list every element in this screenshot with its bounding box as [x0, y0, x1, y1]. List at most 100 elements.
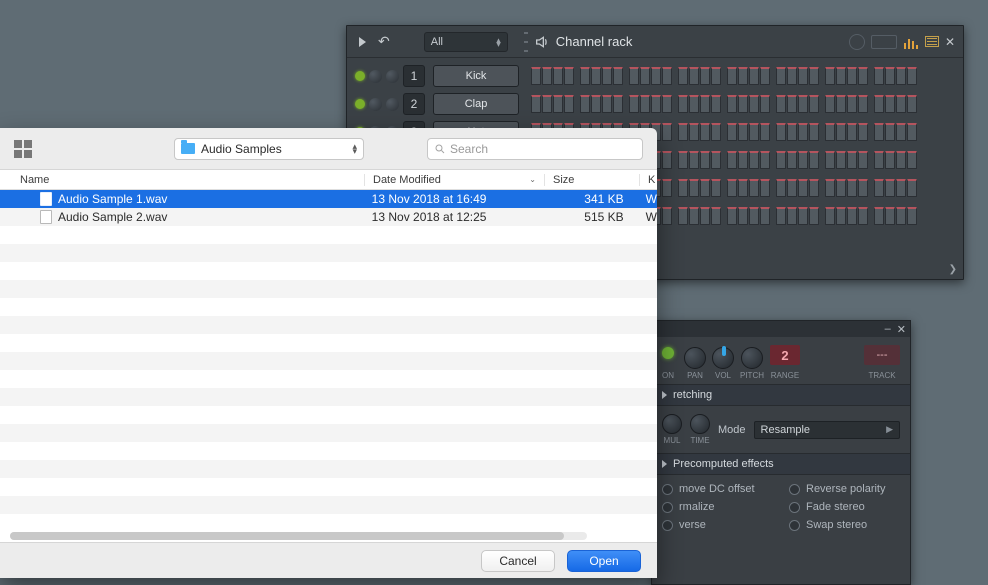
- tool-pill-icon[interactable]: [871, 35, 897, 49]
- track-value[interactable]: ---: [864, 345, 900, 365]
- step-cell[interactable]: [825, 123, 835, 141]
- step-cell[interactable]: [613, 67, 623, 85]
- minimize-icon[interactable]: –: [885, 323, 891, 335]
- step-cell[interactable]: [580, 67, 590, 85]
- close-icon[interactable]: ✕: [897, 323, 906, 336]
- step-cell[interactable]: [907, 123, 917, 141]
- step-cell[interactable]: [689, 67, 699, 85]
- step-cell[interactable]: [711, 123, 721, 141]
- step-cell[interactable]: [760, 151, 770, 169]
- step-cell[interactable]: [727, 95, 737, 113]
- step-cell[interactable]: [727, 123, 737, 141]
- step-cell[interactable]: [776, 95, 786, 113]
- step-cell[interactable]: [836, 123, 846, 141]
- step-cell[interactable]: [678, 123, 688, 141]
- step-cell[interactable]: [727, 151, 737, 169]
- step-cell[interactable]: [738, 207, 748, 225]
- mul-knob[interactable]: [662, 414, 682, 434]
- step-cell[interactable]: [613, 95, 623, 113]
- step-cell[interactable]: [885, 123, 895, 141]
- step-cell[interactable]: [749, 95, 759, 113]
- step-cell[interactable]: [776, 207, 786, 225]
- step-cell[interactable]: [651, 67, 661, 85]
- step-cell[interactable]: [749, 67, 759, 85]
- channel-vol-knob[interactable]: [386, 98, 399, 111]
- step-cell[interactable]: [602, 95, 612, 113]
- search-input[interactable]: [450, 142, 636, 156]
- step-cell[interactable]: [711, 207, 721, 225]
- effect-option[interactable]: verse: [662, 519, 773, 531]
- step-cell[interactable]: [738, 67, 748, 85]
- step-cell[interactable]: [553, 95, 563, 113]
- step-cell[interactable]: [749, 207, 759, 225]
- step-cell[interactable]: [760, 95, 770, 113]
- step-cell[interactable]: [874, 207, 884, 225]
- column-name[interactable]: Name: [0, 174, 365, 186]
- step-cell[interactable]: [760, 67, 770, 85]
- effect-option[interactable]: move DC offset: [662, 483, 773, 495]
- step-cell[interactable]: [809, 95, 819, 113]
- step-cell[interactable]: [591, 95, 601, 113]
- pan-knob[interactable]: [684, 347, 706, 369]
- step-cell[interactable]: [689, 179, 699, 197]
- step-cell[interactable]: [689, 95, 699, 113]
- channel-enable-led[interactable]: [355, 99, 365, 109]
- effect-option[interactable]: Reverse polarity: [789, 483, 900, 495]
- step-cell[interactable]: [711, 95, 721, 113]
- cancel-button[interactable]: Cancel: [481, 550, 555, 572]
- step-cell[interactable]: [711, 67, 721, 85]
- horizontal-scrollbar[interactable]: [10, 532, 587, 540]
- step-cell[interactable]: [787, 95, 797, 113]
- step-cell[interactable]: [542, 67, 552, 85]
- step-cell[interactable]: [531, 95, 541, 113]
- step-cell[interactable]: [662, 123, 672, 141]
- step-cell[interactable]: [874, 151, 884, 169]
- channel-enable-led[interactable]: [355, 71, 365, 81]
- step-cell[interactable]: [885, 151, 895, 169]
- step-cell[interactable]: [847, 207, 857, 225]
- step-cell[interactable]: [858, 67, 868, 85]
- step-cell[interactable]: [776, 179, 786, 197]
- step-cell[interactable]: [700, 207, 710, 225]
- step-cell[interactable]: [809, 67, 819, 85]
- step-cell[interactable]: [809, 123, 819, 141]
- bars-icon[interactable]: [903, 35, 919, 49]
- step-cell[interactable]: [700, 179, 710, 197]
- step-cell[interactable]: [825, 151, 835, 169]
- step-cell[interactable]: [711, 179, 721, 197]
- step-cell[interactable]: [640, 95, 650, 113]
- step-cell[interactable]: [787, 207, 797, 225]
- step-cell[interactable]: [678, 151, 688, 169]
- tool-circle-icon[interactable]: [849, 34, 865, 50]
- step-cell[interactable]: [787, 179, 797, 197]
- step-cell[interactable]: [836, 179, 846, 197]
- step-cell[interactable]: [738, 123, 748, 141]
- step-cell[interactable]: [847, 67, 857, 85]
- step-cell[interactable]: [553, 67, 563, 85]
- search-box[interactable]: [427, 138, 643, 160]
- scrollbar-thumb[interactable]: [10, 532, 564, 540]
- step-cell[interactable]: [662, 179, 672, 197]
- step-cell[interactable]: [836, 207, 846, 225]
- channel-label[interactable]: Kick: [433, 65, 519, 87]
- channel-vol-knob[interactable]: [386, 70, 399, 83]
- step-cell[interactable]: [896, 95, 906, 113]
- step-cell[interactable]: [711, 151, 721, 169]
- step-cell[interactable]: [749, 123, 759, 141]
- step-cell[interactable]: [874, 179, 884, 197]
- step-cell[interactable]: [907, 207, 917, 225]
- step-cell[interactable]: [760, 207, 770, 225]
- step-cell[interactable]: [738, 95, 748, 113]
- column-kind[interactable]: K: [640, 174, 657, 186]
- step-cell[interactable]: [896, 179, 906, 197]
- undo-icon[interactable]: ↶: [378, 33, 390, 50]
- channel-label[interactable]: Clap: [433, 93, 519, 115]
- step-cell[interactable]: [874, 95, 884, 113]
- mode-select[interactable]: Resample ▶: [754, 421, 900, 439]
- step-cell[interactable]: [907, 151, 917, 169]
- step-cell[interactable]: [896, 151, 906, 169]
- step-cell[interactable]: [847, 95, 857, 113]
- step-cell[interactable]: [836, 95, 846, 113]
- step-cell[interactable]: [662, 67, 672, 85]
- step-cell[interactable]: [629, 95, 639, 113]
